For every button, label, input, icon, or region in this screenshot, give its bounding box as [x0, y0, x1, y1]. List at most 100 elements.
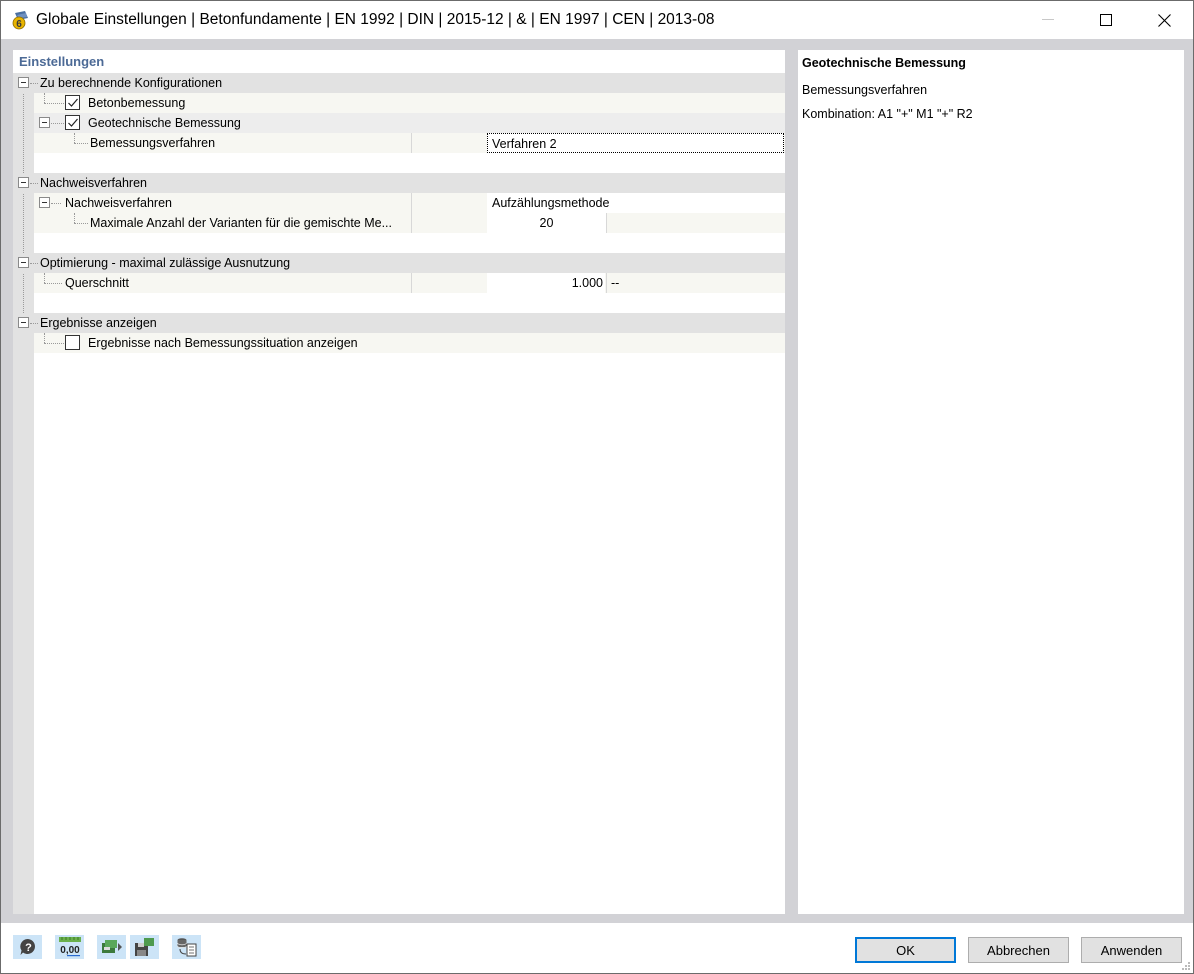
close-icon [1157, 13, 1171, 27]
collapse-icon[interactable] [18, 257, 29, 268]
item-label: Querschnitt [65, 276, 129, 290]
minimize-icon [1042, 19, 1054, 20]
collapse-icon[interactable] [18, 77, 29, 88]
group-label: Optimierung - maximal zulässige Ausnutzu… [40, 256, 291, 270]
tree-connector [30, 183, 38, 184]
tree-connector [44, 273, 45, 283]
settings-panel: Einstellungen Zu berechnende Konfigurati… [13, 50, 785, 914]
querschnitt-input[interactable]: 1.000 [487, 273, 605, 293]
spacer-row [34, 293, 785, 313]
apply-button[interactable]: Anwenden [1081, 937, 1182, 963]
spacer-row [34, 153, 785, 173]
column-separator [606, 213, 607, 233]
settings-header: Einstellungen [19, 54, 105, 69]
group-row-ergebnisse[interactable]: Ergebnisse anzeigen [13, 313, 785, 333]
collapse-icon[interactable] [39, 117, 50, 128]
column-separator [606, 273, 607, 293]
help-icon: ? [19, 938, 35, 955]
window-title: Globale Einstellungen | Betonfundamente … [36, 11, 715, 28]
group-label: Zu berechnende Konfigurationen [40, 76, 223, 90]
tree-connector [51, 123, 64, 124]
row-bemessungsverfahren[interactable]: Bemessungsverfahren Verfahren 2 [34, 133, 785, 153]
row-nachweisverfahren[interactable]: Nachweisverfahren Aufzählungsmethode [34, 193, 785, 213]
tree-connector [30, 323, 38, 324]
tree-connector [74, 143, 88, 144]
tree-connector [44, 103, 64, 104]
maximize-button[interactable] [1077, 1, 1135, 39]
save-defaults-icon [134, 938, 154, 956]
load-defaults-icon [101, 940, 122, 953]
geotechnische-bemessung-checkbox[interactable] [65, 115, 80, 130]
maximize-icon [1100, 14, 1112, 26]
max-varianten-input[interactable]: 20 [487, 213, 606, 233]
group-row-nachweisverfahren[interactable]: Nachweisverfahren [13, 173, 785, 193]
help-button[interactable]: ? [13, 935, 42, 959]
tree-connector [44, 333, 45, 343]
resize-grip-icon[interactable] [1181, 961, 1191, 971]
units-decimals-button[interactable]: 0,00 [55, 935, 84, 959]
settings-tree: Zu berechnende Konfigurationen Betonbeme… [13, 73, 785, 914]
copy-from-database-icon [176, 938, 196, 957]
collapse-icon[interactable] [18, 317, 29, 328]
row-geotechnische-bemessung[interactable]: Geotechnische Bemessung [34, 113, 785, 133]
close-button[interactable] [1135, 1, 1193, 39]
row-max-varianten[interactable]: Maximale Anzahl der Varianten für die ge… [34, 213, 785, 233]
info-line: Bemessungsverfahren [802, 83, 928, 97]
collapse-icon[interactable] [39, 197, 50, 208]
copy-from-database-button[interactable] [172, 935, 201, 959]
info-panel: Geotechnische Bemessung Bemessungsverfah… [798, 50, 1184, 914]
nachweisverfahren-select[interactable]: Aufzählungsmethode [487, 193, 785, 213]
spacer-row [34, 233, 785, 253]
svg-text:6: 6 [16, 19, 22, 30]
info-line: Kombination: A1 "+" M1 "+" R2 [802, 107, 973, 121]
tree-connector [74, 213, 75, 223]
column-separator [411, 213, 412, 233]
group-row-konfigurationen[interactable]: Zu berechnende Konfigurationen [13, 73, 785, 93]
dialog-window: 6 Globale Einstellungen | Betonfundament… [0, 0, 1194, 974]
group-row-optimierung[interactable]: Optimierung - maximal zulässige Ausnutzu… [13, 253, 785, 273]
tree-connector [44, 343, 64, 344]
group-label: Nachweisverfahren [40, 176, 147, 190]
checkmark-icon [68, 118, 78, 127]
collapse-icon[interactable] [18, 177, 29, 188]
group-label: Ergebnisse anzeigen [40, 316, 157, 330]
dialog-body: Einstellungen Zu berechnende Konfigurati… [1, 39, 1193, 923]
item-label: Ergebnisse nach Bemessungssituation anze… [88, 336, 358, 350]
column-separator [411, 193, 412, 213]
checkmark-icon [68, 98, 78, 107]
betonbemessung-checkbox[interactable] [65, 95, 80, 110]
load-defaults-button[interactable] [97, 935, 126, 959]
minimize-button[interactable] [1019, 1, 1077, 39]
item-label: Bemessungsverfahren [90, 136, 216, 150]
save-defaults-button[interactable] [130, 935, 159, 959]
row-ergebnisse-situation[interactable]: Ergebnisse nach Bemessungssituation anze… [34, 333, 785, 353]
querschnitt-unit: -- [611, 276, 620, 290]
cancel-button[interactable]: Abbrechen [968, 937, 1069, 963]
rfem-6-app-icon: 6 [12, 11, 28, 30]
bemessungsverfahren-select[interactable]: Verfahren 2 [487, 133, 784, 153]
dialog-footer: ? 0,00 OK Abbrechen Anwenden [1, 923, 1193, 973]
column-separator [411, 133, 412, 153]
item-label: Geotechnische Bemessung [88, 116, 241, 130]
title-bar: 6 Globale Einstellungen | Betonfundament… [1, 1, 1193, 39]
row-betonbemessung[interactable]: Betonbemessung [34, 93, 785, 113]
tree-connector [23, 89, 24, 327]
svg-text:?: ? [25, 942, 32, 954]
column-separator [411, 273, 412, 293]
item-label: Nachweisverfahren [65, 196, 172, 210]
tree-connector [74, 223, 88, 224]
units-icon-text: 0,00 [60, 945, 80, 956]
ok-button[interactable]: OK [855, 937, 956, 963]
tree-connector [74, 133, 75, 143]
tree-connector [30, 263, 38, 264]
row-querschnitt[interactable]: Querschnitt 1.000 -- [34, 273, 785, 293]
info-title: Geotechnische Bemessung [802, 56, 966, 70]
item-label: Betonbemessung [88, 96, 186, 110]
units-decimals-icon: 0,00 [58, 937, 81, 957]
tree-connector [44, 93, 45, 103]
item-label: Maximale Anzahl der Varianten für die ge… [90, 216, 392, 230]
tree-connector [51, 203, 61, 204]
tree-connector [30, 83, 38, 84]
tree-connector [44, 283, 62, 284]
ergebnisse-situation-checkbox[interactable] [65, 335, 80, 350]
